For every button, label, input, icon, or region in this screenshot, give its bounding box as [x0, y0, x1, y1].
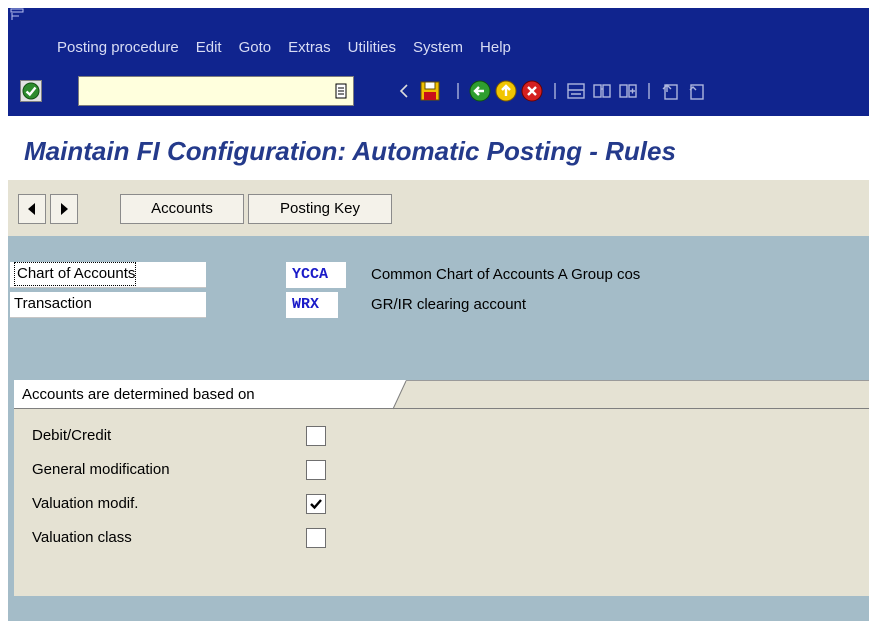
- chart-of-accounts-value: YCCA: [286, 262, 346, 288]
- chart-of-accounts-label-text: Chart of Accounts: [14, 262, 137, 286]
- account-determination-group: Accounts are determined based on Debit/C…: [14, 380, 869, 596]
- transaction-label[interactable]: Transaction: [10, 292, 206, 318]
- menu-help[interactable]: Help: [480, 38, 511, 58]
- window-menu-icon[interactable]: [10, 8, 24, 21]
- checkmark-icon: [310, 499, 322, 510]
- triangle-left-icon: [28, 203, 35, 215]
- command-dropdown-icon[interactable]: [335, 83, 347, 99]
- exit-icon[interactable]: [494, 79, 518, 103]
- triangle-right-icon: [61, 203, 68, 215]
- menu-extras[interactable]: Extras: [288, 38, 331, 58]
- valuation-class-row: Valuation class: [32, 525, 432, 551]
- previous-entry-button[interactable]: [18, 194, 46, 224]
- transaction-description: GR/IR clearing account: [371, 296, 527, 313]
- command-field[interactable]: [78, 76, 354, 106]
- chart-of-accounts-label[interactable]: Chart of Accounts: [10, 262, 206, 288]
- menu-goto[interactable]: Goto: [239, 38, 272, 58]
- enter-check-icon: [22, 82, 40, 100]
- menu-edit[interactable]: Edit: [196, 38, 222, 58]
- menu-system[interactable]: System: [413, 38, 463, 58]
- general-modification-checkbox[interactable]: [306, 460, 326, 480]
- valuation-class-label: Valuation class: [32, 529, 132, 546]
- application-toolbar: Accounts Posting Key: [8, 180, 869, 236]
- posting-key-button[interactable]: Posting Key: [248, 194, 392, 224]
- find-next-icon[interactable]: [616, 79, 640, 103]
- find-icon[interactable]: [590, 79, 614, 103]
- page-title: Maintain FI Configuration: Automatic Pos…: [24, 136, 676, 166]
- print-icon[interactable]: [564, 79, 588, 103]
- back-icon[interactable]: [468, 79, 492, 103]
- valuation-modif-label: Valuation modif.: [32, 495, 139, 512]
- title-bar: Maintain FI Configuration: Automatic Pos…: [8, 116, 869, 180]
- valuation-class-checkbox[interactable]: [306, 528, 326, 548]
- standard-toolbar: [8, 66, 869, 116]
- menu-bar: Posting procedure Edit Goto Extras Utili…: [8, 8, 869, 66]
- menu-items: Posting procedure Edit Goto Extras Utili…: [57, 38, 528, 58]
- prev-arrow-icon[interactable]: [392, 79, 416, 103]
- debit-credit-checkbox[interactable]: [306, 426, 326, 446]
- chart-of-accounts-description: Common Chart of Accounts A Group cos: [371, 266, 641, 283]
- transaction-value: WRX: [286, 292, 338, 318]
- cancel-icon[interactable]: [520, 79, 544, 103]
- menu-posting-procedure[interactable]: Posting procedure: [57, 38, 179, 58]
- menu-utilities[interactable]: Utilities: [348, 38, 396, 58]
- next-entry-button[interactable]: [50, 194, 78, 224]
- general-modification-label: General modification: [32, 461, 170, 478]
- prev-page-icon[interactable]: [684, 79, 708, 103]
- debit-credit-row: Debit/Credit: [32, 423, 432, 449]
- accounts-button[interactable]: Accounts: [120, 194, 244, 224]
- general-modification-row: General modification: [32, 457, 432, 483]
- valuation-modif-row: Valuation modif.: [32, 491, 432, 517]
- save-icon[interactable]: [418, 79, 442, 103]
- main-content: Chart of Accounts YCCA Common Chart of A…: [8, 236, 869, 621]
- enter-button[interactable]: [20, 80, 42, 102]
- debit-credit-label: Debit/Credit: [32, 427, 112, 444]
- valuation-modif-checkbox[interactable]: [306, 494, 326, 514]
- first-page-icon[interactable]: [658, 79, 682, 103]
- group-title: Accounts are determined based on: [22, 386, 255, 403]
